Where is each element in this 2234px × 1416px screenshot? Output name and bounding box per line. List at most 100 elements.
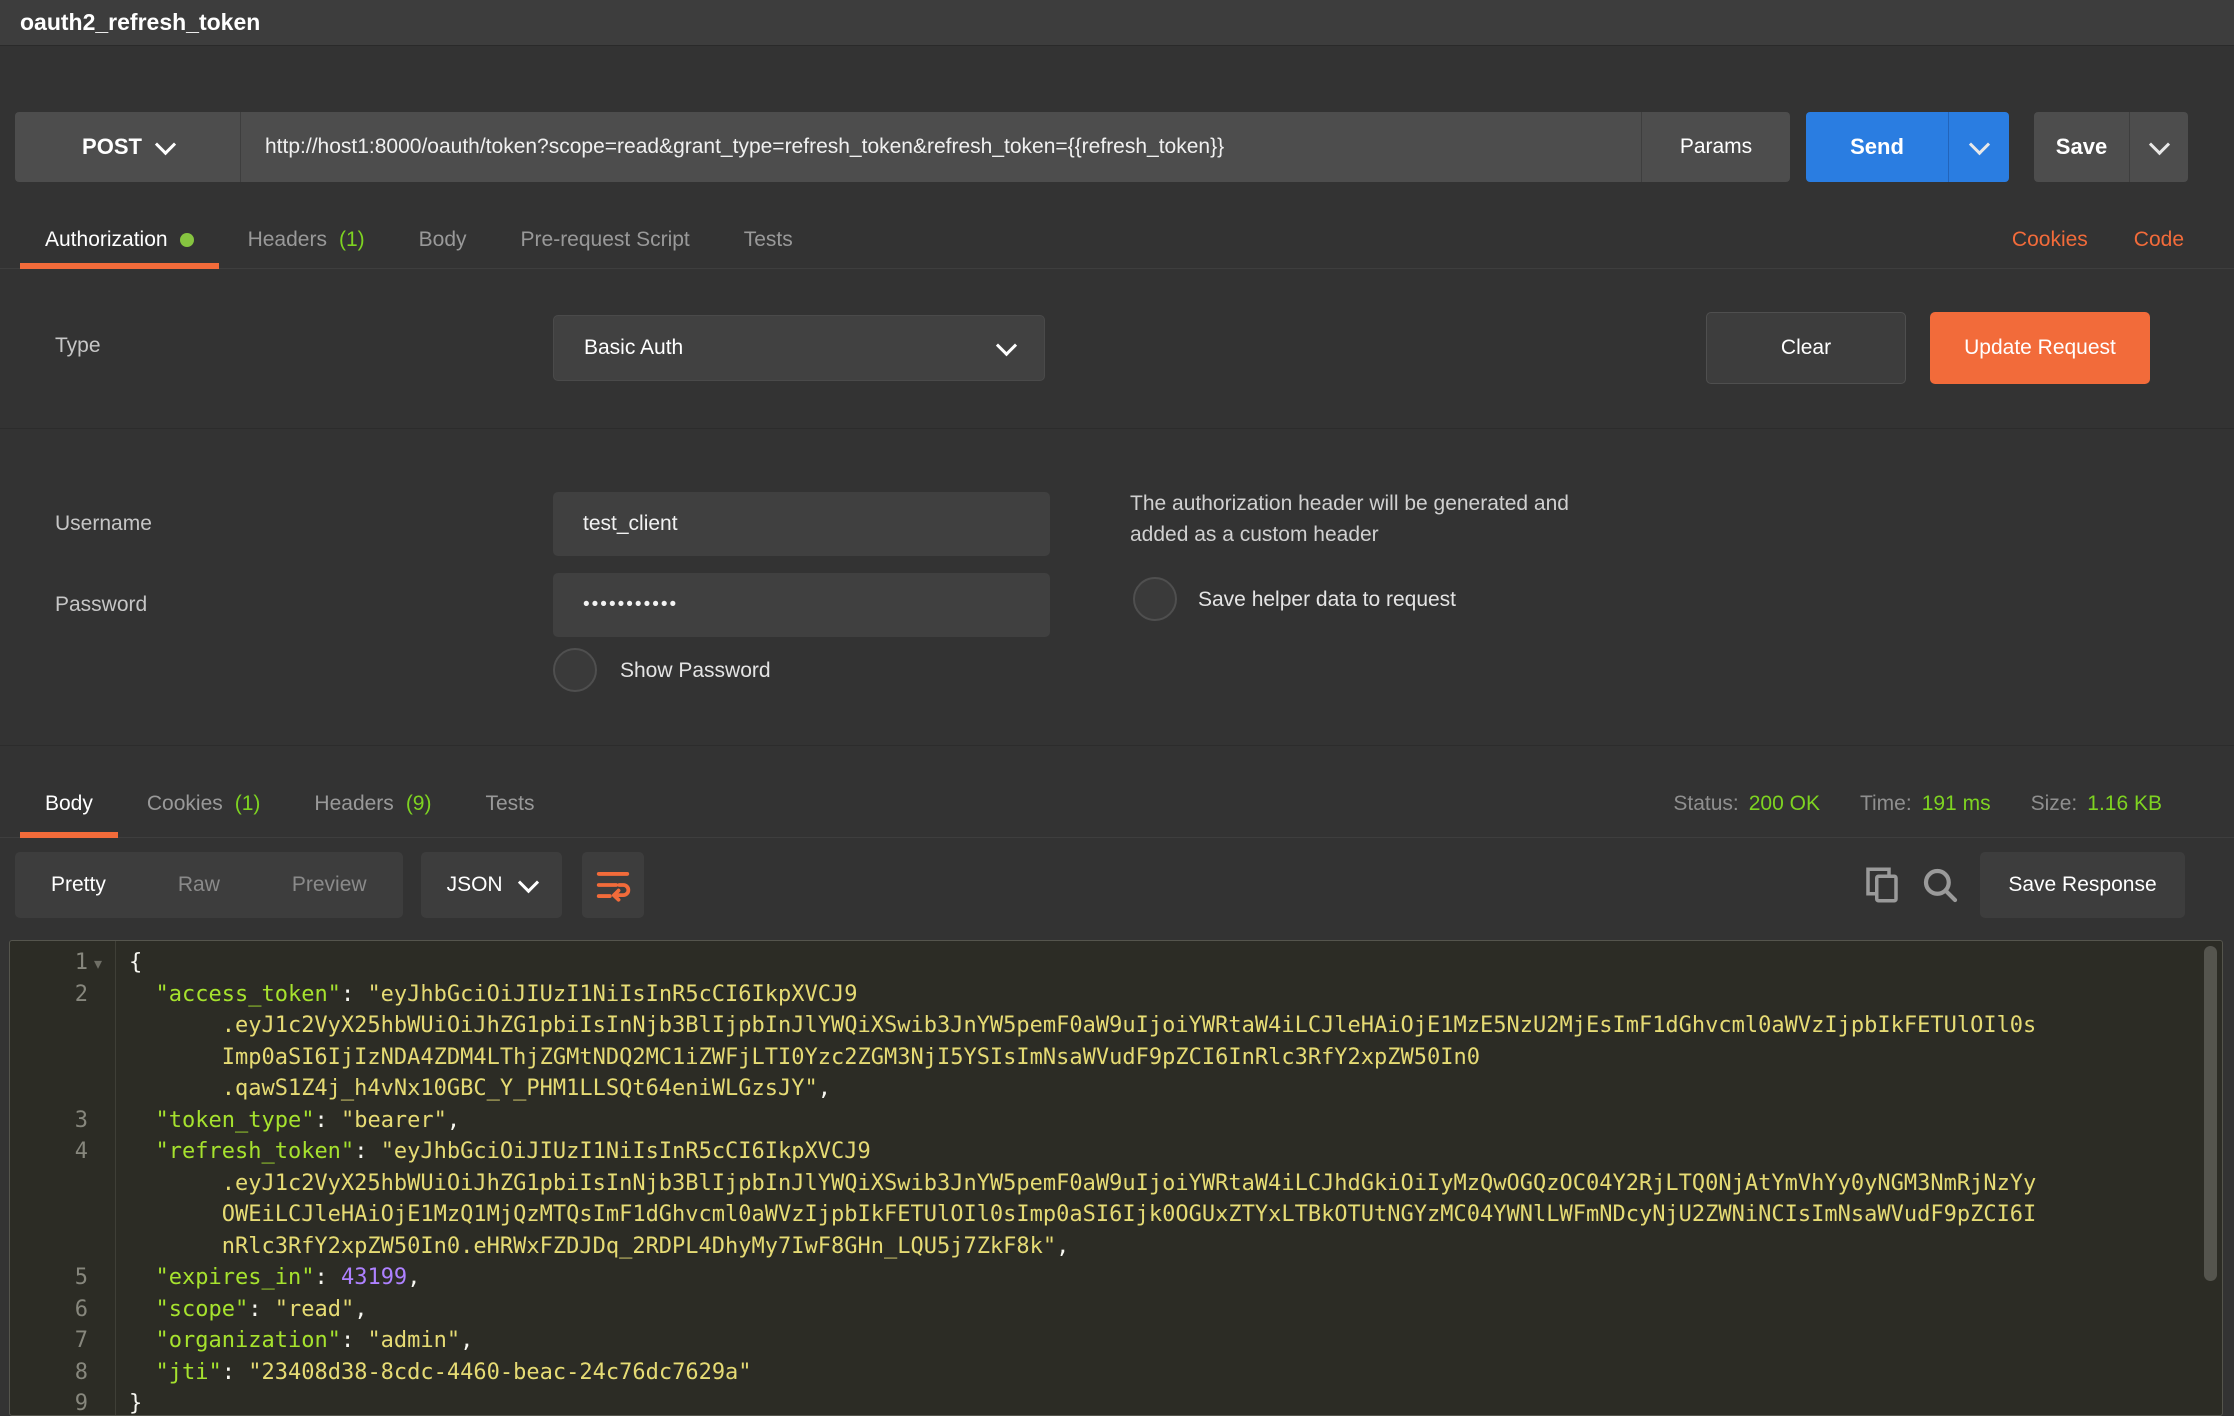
code-line: Imp0aSI6IjIzNDA4ZDM4LThjZGMtNDQ2MC1iZWFj… <box>10 1042 2222 1074</box>
password-input[interactable]: ••••••••••• <box>553 573 1050 637</box>
view-pretty-button[interactable]: Pretty <box>15 852 142 918</box>
tab-label: Tests <box>744 228 793 252</box>
code-line: 5 "expires_in": 43199, <box>10 1262 2222 1294</box>
format-value: JSON <box>447 873 503 897</box>
status-value: 200 OK <box>1749 792 1820 816</box>
code-line: 8 "jti": "23408d38-8cdc-4460-beac-24c76d… <box>10 1357 2222 1389</box>
url-group: POST http://host1:8000/oauth/token?scope… <box>15 112 1790 182</box>
url-text: http://host1:8000/oauth/token?scope=read… <box>265 135 1224 159</box>
save-helper-label: Save helper data to request <box>1198 588 1456 612</box>
tabs-right-links: Cookies Code <box>2012 228 2234 252</box>
code-line: 9} <box>10 1388 2222 1416</box>
divider <box>0 428 2234 429</box>
request-title: oauth2_refresh_token <box>20 9 260 36</box>
auth-type-select[interactable]: Basic Auth <box>553 315 1045 381</box>
code-line: .eyJ1c2VyX25hbWUiOiJhZG1pbiIsInNjb3BlIjp… <box>10 1168 2222 1200</box>
copy-response-button[interactable] <box>1860 863 1904 907</box>
code-line: 6 "scope": "read", <box>10 1294 2222 1326</box>
save-button[interactable]: Save <box>2034 112 2129 182</box>
code-line: nRlc3RfY2xpZW50In0.eHRWxFZDJDq_2RDPL4Dhy… <box>10 1231 2222 1263</box>
params-button[interactable]: Params <box>1642 112 1790 182</box>
auth-active-dot <box>180 233 194 247</box>
tab-authorization[interactable]: Authorization <box>18 212 221 268</box>
wrap-text-button[interactable] <box>582 852 644 918</box>
response-status-bar: Status: 200 OK Time: 191 ms Size: 1.16 K… <box>1673 770 2162 838</box>
password-value: ••••••••••• <box>583 594 678 616</box>
code-line: OWEiLCJleHAiOjE1MzQ1MjQzMTQsImF1dGhvcml0… <box>10 1199 2222 1231</box>
chevron-down-icon <box>1968 134 1989 155</box>
tab-tests[interactable]: Tests <box>717 212 820 268</box>
code-line: 2 "access_token": "eyJhbGciOiJIUzI1NiIsI… <box>10 979 2222 1011</box>
search-response-button[interactable] <box>1918 863 1962 907</box>
auth-helper-text: The authorization header will be generat… <box>1130 488 1569 550</box>
view-preview-button[interactable]: Preview <box>256 852 403 918</box>
save-button-group: Save <box>2034 112 2188 182</box>
postman-window: oauth2_refresh_token POST http://host1:8… <box>0 0 2234 1416</box>
size-value: 1.16 KB <box>2087 792 2162 816</box>
time-value: 191 ms <box>1922 792 1991 816</box>
username-input[interactable]: test_client <box>553 492 1050 556</box>
code-line: 7 "organization": "admin", <box>10 1325 2222 1357</box>
helper-line-2: added as a custom header <box>1130 519 1569 550</box>
tab-count: (9) <box>406 792 432 816</box>
response-tab-tests[interactable]: Tests <box>458 770 561 837</box>
tab-body[interactable]: Body <box>392 212 494 268</box>
auth-type-value: Basic Auth <box>584 336 683 360</box>
save-response-button[interactable]: Save Response <box>1980 852 2185 918</box>
code-link[interactable]: Code <box>2134 228 2184 252</box>
response-tab-cookies[interactable]: Cookies (1) <box>120 770 288 837</box>
save-helper-radio[interactable] <box>1133 577 1177 621</box>
clear-button[interactable]: Clear <box>1706 312 1906 384</box>
divider <box>0 745 2234 746</box>
show-password-label: Show Password <box>620 659 771 683</box>
tab-headers[interactable]: Headers (1) <box>221 212 392 268</box>
request-titlebar: oauth2_refresh_token <box>0 0 2234 46</box>
send-dropdown-button[interactable] <box>1948 112 2009 182</box>
username-label: Username <box>55 512 152 536</box>
tab-label: Headers <box>314 792 393 816</box>
method-label: POST <box>82 134 142 160</box>
code-line: 3 "token_type": "bearer", <box>10 1105 2222 1137</box>
method-select[interactable]: POST <box>15 112 241 182</box>
request-tabs: Authorization Headers (1) Body Pre-reque… <box>0 212 2234 269</box>
size-label: Size: <box>2031 792 2078 816</box>
wrap-text-icon <box>594 866 632 904</box>
request-url-row: POST http://host1:8000/oauth/token?scope… <box>15 112 2219 182</box>
chevron-down-icon <box>517 872 538 893</box>
save-dropdown-button[interactable] <box>2129 112 2188 182</box>
time-label: Time: <box>1860 792 1912 816</box>
view-mode-group: Pretty Raw Preview <box>15 852 403 918</box>
show-password-radio[interactable] <box>553 648 597 692</box>
chevron-down-icon <box>155 134 176 155</box>
fold-toggle-icon[interactable]: ▾ <box>94 948 102 980</box>
cookies-link[interactable]: Cookies <box>2012 228 2088 252</box>
copy-icon <box>1861 864 1903 906</box>
search-icon <box>1919 864 1961 906</box>
chevron-down-icon <box>2148 134 2169 155</box>
url-input[interactable]: http://host1:8000/oauth/token?scope=read… <box>241 112 1642 182</box>
tab-count: (1) <box>235 792 261 816</box>
chevron-down-icon <box>996 335 1017 356</box>
response-tab-headers[interactable]: Headers (9) <box>287 770 458 837</box>
update-request-button[interactable]: Update Request <box>1930 312 2150 384</box>
tab-label: Tests <box>485 792 534 816</box>
response-tab-body[interactable]: Body <box>18 770 120 837</box>
status-label: Status: <box>1673 792 1738 816</box>
tab-label: Pre-request Script <box>521 228 690 252</box>
tab-pre-request-script[interactable]: Pre-request Script <box>494 212 717 268</box>
password-label: Password <box>55 593 147 617</box>
tab-label: Body <box>419 228 467 252</box>
code-line: .eyJ1c2VyX25hbWUiOiJhZG1pbiIsInNjb3BlIjp… <box>10 1010 2222 1042</box>
view-raw-button[interactable]: Raw <box>142 852 256 918</box>
format-select[interactable]: JSON <box>421 852 562 918</box>
response-body-viewer: 1▾{2 "access_token": "eyJhbGciOiJIUzI1Ni… <box>9 940 2223 1416</box>
send-button[interactable]: Send <box>1806 112 1948 182</box>
type-label: Type <box>55 334 101 358</box>
tab-label: Headers <box>248 228 327 252</box>
response-toolbar: Pretty Raw Preview JSON Save Response <box>15 852 2185 918</box>
username-value: test_client <box>583 512 678 536</box>
vertical-scrollbar[interactable] <box>2204 946 2217 1281</box>
code-line: 1▾{ <box>10 947 2222 979</box>
tab-label: Body <box>45 792 93 816</box>
send-button-group: Send <box>1806 112 2009 182</box>
